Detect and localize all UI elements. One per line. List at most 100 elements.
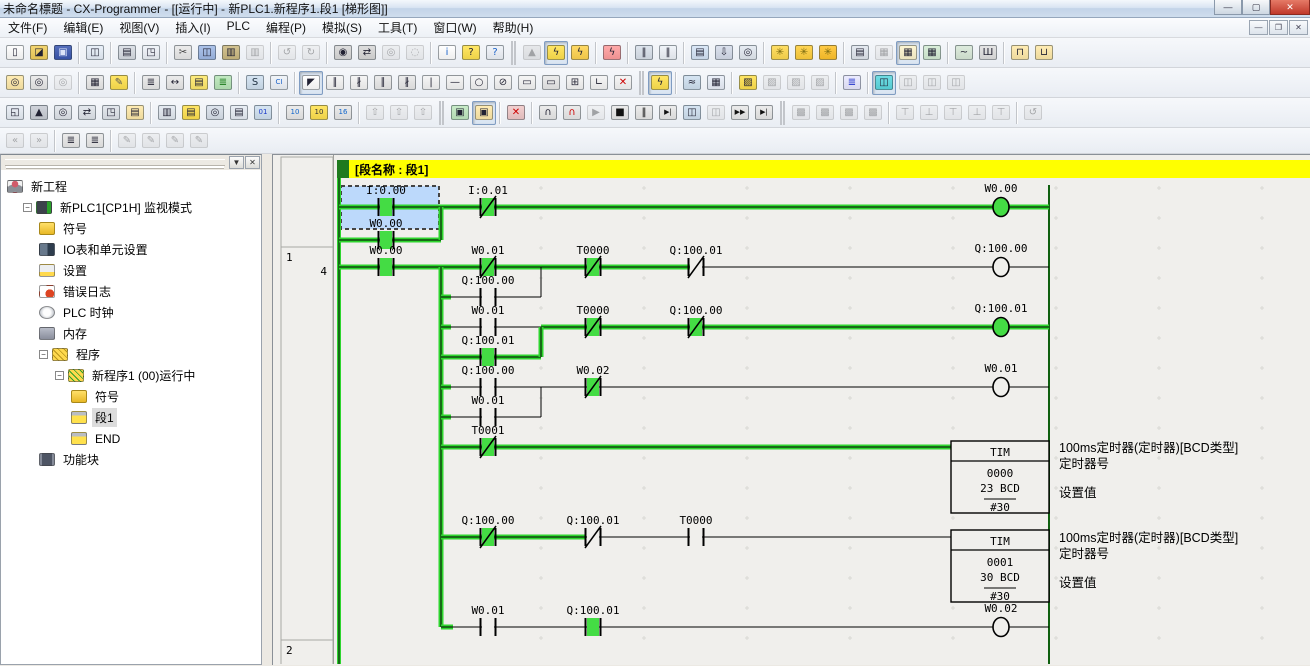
tree-expander-icon[interactable]: − — [39, 350, 48, 359]
panel-drag-grip[interactable] — [5, 159, 225, 166]
online-edit-cancel-button[interactable]: ∩ — [560, 101, 584, 125]
tree-item-4[interactable]: 设置 — [1, 260, 261, 281]
mode-program-button[interactable]: ✳ — [816, 41, 840, 65]
force-set-button[interactable]: ▨ — [736, 71, 760, 95]
about-info-button[interactable]: i — [435, 41, 459, 65]
mdi-restore-button[interactable]: ❐ — [1269, 20, 1288, 35]
grid-toggle-button[interactable]: ▦ — [83, 71, 107, 95]
tree-item-2[interactable]: 符号 — [1, 218, 261, 239]
ladder-canvas[interactable]: 142[段名称 : 段1]I:0.00I:0.01W0.00W0.00W0.01… — [273, 155, 1310, 664]
close-button[interactable]: ✕ — [1270, 0, 1310, 15]
plc-transfer-button[interactable]: ▣ — [472, 101, 496, 125]
cycle-time-button[interactable]: ~ — [952, 41, 976, 65]
mode-run-button[interactable]: ✳ — [768, 41, 792, 65]
time-chart-button[interactable]: ▦ — [704, 71, 728, 95]
menu-item-5[interactable]: 编程(P) — [258, 17, 314, 38]
print-preview-button[interactable]: ◳ — [139, 41, 163, 65]
tree-item-6[interactable]: PLC 时钟 — [1, 302, 261, 323]
menu-item-9[interactable]: 帮助(H) — [485, 17, 542, 38]
delete-line-button[interactable]: ✕ — [611, 71, 635, 95]
tree-item-3[interactable]: IO表和单元设置 — [1, 239, 261, 260]
menu-item-6[interactable]: 模拟(S) — [314, 17, 370, 38]
address-display-button[interactable]: ≣ — [139, 71, 163, 95]
io-graph-button[interactable]: Ш — [976, 41, 1000, 65]
tree-expander-icon[interactable]: − — [55, 371, 64, 380]
force-decimal-button[interactable]: 10 — [307, 101, 331, 125]
monitor-find-button[interactable]: ϟ — [568, 41, 592, 65]
tree-item-8[interactable]: −程序 — [1, 344, 261, 365]
fb-invoke-button[interactable]: ⊞ — [563, 71, 587, 95]
zoom-custom-button[interactable]: ◎ — [27, 71, 51, 95]
pause-run-button[interactable]: ‖ — [632, 101, 656, 125]
tree-item-5[interactable]: 错误日志 — [1, 281, 261, 302]
save-project-button[interactable]: ▣ — [51, 41, 75, 65]
instruction-detail-button[interactable]: ▭ — [539, 71, 563, 95]
minimize-button[interactable]: — — [1214, 0, 1242, 15]
smart-input-button[interactable]: S — [243, 71, 267, 95]
vertical-line-button[interactable]: | — [419, 71, 443, 95]
tree-item-0[interactable]: 新工程 — [1, 176, 261, 197]
pause-monitoring-button[interactable]: ‖ — [632, 41, 656, 65]
contact-or-no-button[interactable]: ∥ — [371, 71, 395, 95]
window-float-button[interactable]: ◳ — [99, 101, 123, 125]
work-online-simulator-button[interactable]: ϟ — [648, 71, 672, 95]
monitor-size-button[interactable]: ↔ — [163, 71, 187, 95]
menu-item-8[interactable]: 窗口(W) — [425, 17, 484, 38]
transfer-to-plc-button[interactable]: ⇩ — [712, 41, 736, 65]
contact-or-nc-button[interactable]: ∦ — [395, 71, 419, 95]
tree-item-11[interactable]: 段1 — [1, 407, 261, 428]
online-transfer-button[interactable]: ◫ — [680, 101, 704, 125]
paste-button[interactable]: ▥ — [219, 41, 243, 65]
select-tool-button[interactable]: ◤ — [299, 71, 323, 95]
tools-button[interactable]: ▲ — [27, 101, 51, 125]
rung-margin-cell[interactable] — [281, 157, 333, 247]
binary-monitor-button[interactable]: ≣ — [840, 71, 864, 95]
tree-item-1[interactable]: −新PLC1[CP1H] 监视模式 — [1, 197, 261, 218]
print-button[interactable]: ▤ — [115, 41, 139, 65]
properties-button[interactable]: ▤ — [123, 101, 147, 125]
tree-expander-icon[interactable]: − — [23, 203, 32, 212]
cut-button[interactable]: ✂ — [171, 41, 195, 65]
window-layout-button[interactable]: ⇄ — [75, 101, 99, 125]
tree-item-10[interactable]: 符号 — [1, 386, 261, 407]
release-password-button[interactable]: ⊔ — [1032, 41, 1056, 65]
mode-monitor-button[interactable]: ✳ — [792, 41, 816, 65]
view-mnemonic-button[interactable]: ▤ — [848, 41, 872, 65]
find-report-button[interactable]: ◎ — [51, 101, 75, 125]
step-end-button[interactable]: ▶| — [656, 101, 680, 125]
contact-nc-button[interactable]: ∦ — [347, 71, 371, 95]
stop-run-button[interactable]: ■ — [608, 101, 632, 125]
horizontal-line-button[interactable]: — — [443, 71, 467, 95]
pause-button[interactable]: ‖ — [656, 41, 680, 65]
hr-monitor-button[interactable]: ◫ — [872, 71, 896, 95]
panel-dropdown-button[interactable]: ▼ — [229, 156, 244, 169]
zoom-in-button[interactable]: ◎ — [3, 71, 27, 95]
menu-item-3[interactable]: 插入(I) — [167, 17, 218, 38]
replace-button[interactable]: ⇄ — [355, 41, 379, 65]
close-monitor-button[interactable]: ✕ — [504, 101, 528, 125]
menu-item-2[interactable]: 视图(V) — [111, 17, 167, 38]
compare-with-plc-button[interactable]: ◎ — [736, 41, 760, 65]
run-to-end-button[interactable]: ▶| — [752, 101, 776, 125]
program-structure-button[interactable]: ≣ — [211, 71, 235, 95]
view-ladder-button[interactable]: ▦ — [896, 41, 920, 65]
context-help-button[interactable]: ? — [483, 41, 507, 65]
align-list-bottom-button[interactable]: ≣ — [83, 129, 107, 153]
fast-forward-button[interactable]: ▶▶ — [728, 101, 752, 125]
symbol-bar-button[interactable]: ▤ — [187, 71, 211, 95]
rung-comment-button[interactable]: ✎ — [107, 71, 131, 95]
online-edit-button[interactable]: ∩ — [536, 101, 560, 125]
memory-view-button[interactable]: 01 — [251, 101, 275, 125]
data-trace-button[interactable]: ≈ — [680, 71, 704, 95]
window-diagram-button[interactable]: ◱ — [3, 101, 27, 125]
rung-margin-cell[interactable] — [281, 247, 333, 640]
help-topics-button[interactable]: ? — [459, 41, 483, 65]
panel-close-button[interactable]: ✕ — [245, 156, 260, 169]
address-reference-button[interactable]: ▤ — [179, 101, 203, 125]
find-button[interactable]: ◉ — [331, 41, 355, 65]
copy-button[interactable]: ◫ — [195, 41, 219, 65]
section-header-bar[interactable] — [337, 160, 1310, 178]
view-diagram-button[interactable]: ◫ — [83, 41, 107, 65]
view-monitor-button[interactable]: ▦ — [920, 41, 944, 65]
program-check-button[interactable]: ▤ — [688, 41, 712, 65]
